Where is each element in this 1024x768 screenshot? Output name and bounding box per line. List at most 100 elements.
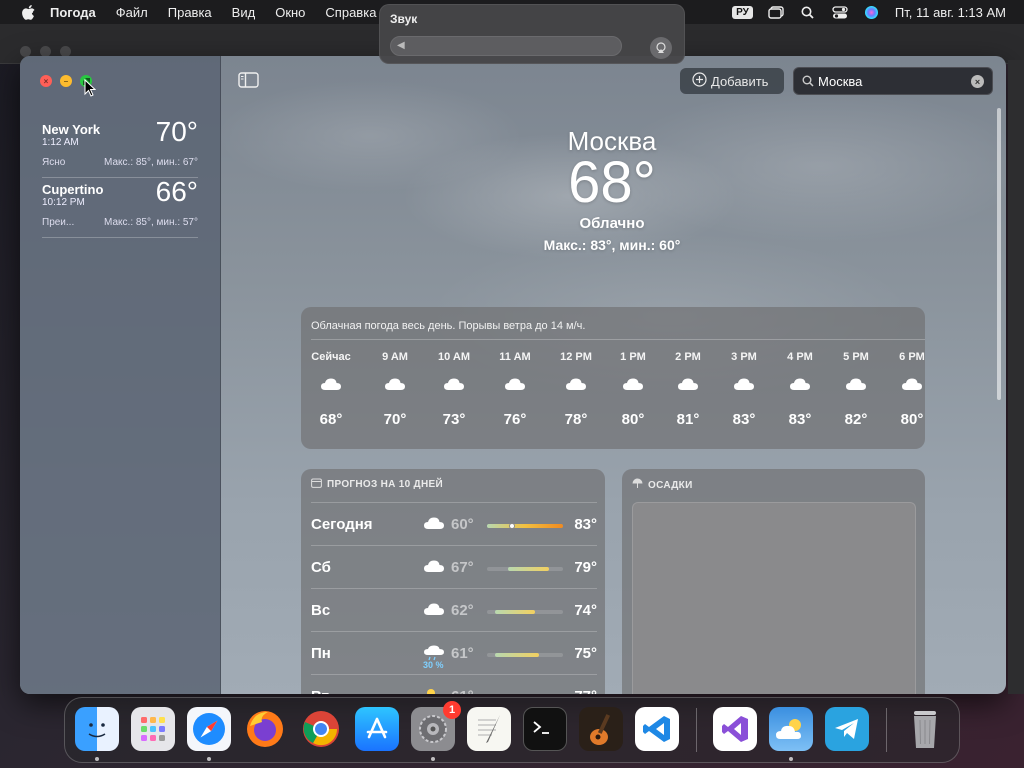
volume-slider[interactable]: ◀: [390, 36, 622, 56]
close-button[interactable]: ×: [40, 75, 52, 87]
hour-label: 1 PM: [620, 351, 646, 363]
launchpad-icon[interactable]: [131, 707, 175, 751]
sidebar-toggle-icon[interactable]: [238, 72, 260, 90]
hour-label: 12 PM: [560, 351, 592, 363]
hour-label: 10 AM: [438, 351, 470, 363]
precipitation-card[interactable]: ОСАДКИ: [622, 469, 925, 694]
weather-icon[interactable]: [769, 707, 813, 751]
temp-range-fill: [508, 567, 549, 571]
forecast-low: 67°: [451, 559, 474, 576]
locations-sidebar: × – New York 1:12 AM 70° Ясно Макс.: 85°…: [20, 56, 221, 694]
forecast-low: 61°: [451, 645, 474, 662]
ten-day-forecast-card[interactable]: ПРОГНОЗ НА 10 ДНЕЙ Сегодня 60° 83° Сб 67° 79°…: [301, 469, 605, 694]
forecast-high: 77°: [574, 688, 597, 694]
forecast-header: ПРОГНОЗ НА 10 ДНЕЙ: [311, 478, 443, 491]
temp-range-fill: [495, 653, 539, 657]
sound-title: Звук: [390, 12, 418, 26]
trash-icon[interactable]: [903, 707, 947, 751]
cloud-icon: [882, 377, 925, 399]
running-indicator: [95, 757, 99, 761]
hour-label: 3 PM: [731, 351, 757, 363]
running-indicator: [207, 757, 211, 761]
stage-manager-icon[interactable]: [767, 5, 785, 19]
forecast-row[interactable]: Сегодня 60° 83°: [311, 502, 597, 545]
spotlight-search-icon[interactable]: [799, 5, 817, 19]
current-temp: 68°: [568, 150, 656, 215]
cloud-icon: [301, 377, 361, 399]
location-temp: 66°: [155, 176, 198, 207]
terminal-icon[interactable]: [523, 707, 567, 751]
hour-temp: 80°: [621, 411, 645, 428]
control-center-icon[interactable]: [831, 5, 849, 19]
clear-search-icon[interactable]: ×: [971, 75, 984, 88]
vscode-icon[interactable]: [635, 707, 679, 751]
hourly-item: 1 PM 80°: [603, 351, 663, 428]
menu-app-name[interactable]: Погода: [50, 5, 96, 20]
hourly-item: 12 PM 78°: [546, 351, 606, 428]
hourly-summary: Облачная погода весь день. Порывы ветра …: [311, 320, 586, 332]
firefox-icon[interactable]: [243, 707, 287, 751]
hourly-item: 6 PM 80°: [882, 351, 925, 428]
input-source-badge[interactable]: РУ: [732, 5, 753, 19]
cloud-icon: [658, 377, 718, 399]
app-store-icon[interactable]: [355, 707, 399, 751]
system-settings-icon[interactable]: 1: [411, 701, 461, 751]
hourly-item: 9 AM 70°: [365, 351, 425, 428]
current-condition: Облачно: [579, 215, 645, 232]
menu-window[interactable]: Окно: [275, 5, 305, 20]
temp-range-bar: [487, 567, 563, 571]
hourly-forecast-card[interactable]: Облачная погода весь день. Порывы ветра …: [301, 307, 925, 449]
search-field[interactable]: ×: [793, 67, 993, 95]
finder-icon[interactable]: [75, 707, 119, 751]
location-card-cupertino[interactable]: Cupertino 10:12 PM 66° Преи... Макс.: 85…: [42, 176, 198, 238]
running-indicator: [431, 757, 435, 761]
sound-popover: Звук ◀: [379, 4, 685, 64]
search-input[interactable]: [818, 73, 958, 89]
chrome-icon[interactable]: [299, 707, 343, 751]
precipitation-map[interactable]: [632, 502, 916, 694]
temp-range-fill: [495, 610, 535, 614]
menubar-clock[interactable]: Пт, 11 авг. 1:13 AM: [895, 5, 1006, 20]
weather-window: × – New York 1:12 AM 70° Ясно Макс.: 85°…: [20, 56, 1006, 694]
search-icon: [802, 75, 814, 87]
menu-help[interactable]: Справка: [325, 5, 376, 20]
hourly-item: 11 AM 76°: [485, 351, 545, 428]
forecast-title: ПРОГНОЗ НА 10 ДНЕЙ: [327, 479, 443, 490]
forecast-day: Пн: [311, 645, 331, 662]
forecast-row[interactable]: Пн 30 % 61° 75°: [311, 631, 597, 674]
hour-temp: 68°: [319, 411, 343, 428]
cloud-icon: [826, 377, 886, 399]
forecast-day: Сегодня: [311, 516, 373, 533]
apple-icon[interactable]: [20, 4, 36, 20]
forecast-day: Вс: [311, 602, 331, 619]
hour-temp: 80°: [900, 411, 924, 428]
forecast-row[interactable]: Сб 67° 79°: [311, 545, 597, 588]
add-location-button[interactable]: Добавить: [680, 68, 784, 94]
forecast-row[interactable]: Вс 62° 74°: [311, 588, 597, 631]
menu-edit[interactable]: Правка: [168, 5, 212, 20]
temp-range-bar: [487, 653, 563, 657]
menu-view[interactable]: Вид: [232, 5, 256, 20]
siri-icon[interactable]: [863, 5, 881, 19]
safari-icon[interactable]: [187, 707, 231, 751]
current-hilo: Макс.: 83°, мин.: 60°: [543, 237, 681, 253]
scrollbar-thumb[interactable]: [997, 108, 1001, 400]
minimize-button[interactable]: –: [60, 75, 72, 87]
cloud-icon: [365, 377, 425, 399]
airplay-icon[interactable]: [650, 37, 672, 59]
notification-badge: 1: [443, 701, 461, 719]
menu-file[interactable]: Файл: [116, 5, 148, 20]
precip-header: ОСАДКИ: [632, 478, 693, 492]
plus-circle-icon: [692, 72, 707, 90]
hourly-item: 10 AM 73°: [424, 351, 484, 428]
hour-label: 9 AM: [382, 351, 408, 363]
temp-range-bar: [487, 610, 563, 614]
hour-label: 5 PM: [843, 351, 869, 363]
textedit-icon[interactable]: [467, 707, 511, 751]
visual-studio-icon[interactable]: [713, 707, 757, 751]
forecast-row[interactable]: Вт 61° 77°: [311, 674, 597, 694]
location-card-new-york[interactable]: New York 1:12 AM 70° Ясно Макс.: 85°, ми…: [42, 116, 198, 178]
telegram-icon[interactable]: [825, 707, 869, 751]
sun-cloud-icon: [423, 688, 445, 694]
garageband-icon[interactable]: [579, 707, 623, 751]
